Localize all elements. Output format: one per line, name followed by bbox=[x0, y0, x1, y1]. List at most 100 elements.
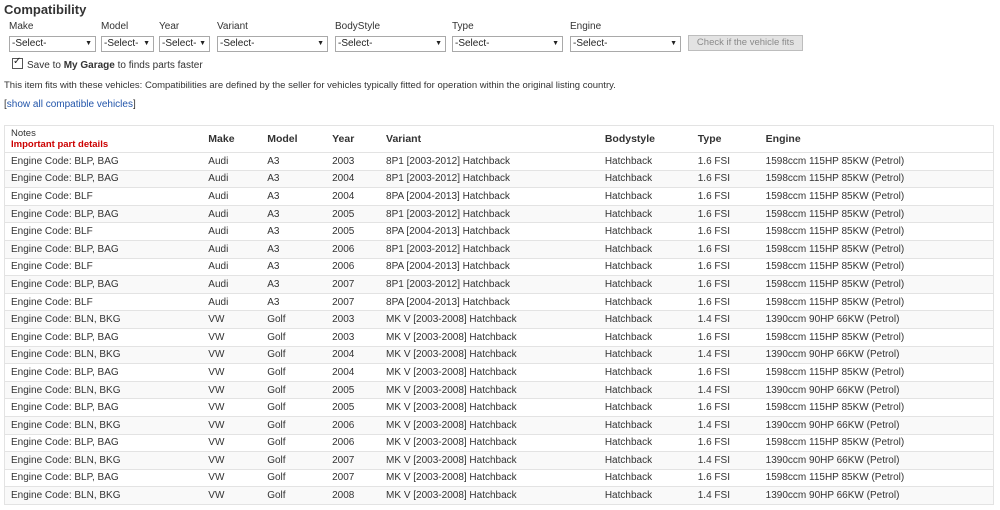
type-cell: 1.6 FSI bbox=[691, 468, 760, 487]
type-cell: 1.4 FSI bbox=[691, 451, 760, 470]
variant-select[interactable]: -Select- ▼ bbox=[217, 36, 328, 52]
make-cell: Audi bbox=[202, 292, 262, 311]
notes-cell: Engine Code: BLP, BAG bbox=[4, 363, 203, 382]
variant-cell: MK V [2003-2008] Hatchback bbox=[380, 327, 599, 347]
bodystyle-cell: Hatchback bbox=[598, 380, 692, 399]
variant-cell: 8PA [2004-2013] Hatchback bbox=[380, 257, 599, 276]
bodystyle-cell: Hatchback bbox=[598, 310, 692, 329]
bodystyle-cell: Hatchback bbox=[598, 415, 692, 434]
model-select[interactable]: -Select- ▼ bbox=[101, 36, 154, 52]
my-garage-link[interactable]: My Garage bbox=[64, 60, 115, 71]
engine-select[interactable]: -Select- ▼ bbox=[570, 36, 681, 52]
make-header: Make bbox=[202, 125, 262, 153]
type-cell: 1.4 FSI bbox=[691, 380, 760, 399]
table-row: Engine Code: BLP, BAG Audi A3 2005 8P1 [2003… bbox=[4, 204, 994, 223]
filter-model-label: Model bbox=[101, 21, 129, 32]
variant-cell: MK V [2003-2008] Hatchback bbox=[380, 415, 599, 434]
year-select[interactable]: -Select- ▼ bbox=[159, 36, 210, 52]
notes-cell: Engine Code: BLF bbox=[4, 292, 203, 311]
model-cell: A3 bbox=[261, 187, 327, 206]
year-cell: 2007 bbox=[326, 275, 381, 294]
garage-prefix: Save to bbox=[27, 60, 64, 71]
filter-year: Year -Select- ▼ bbox=[159, 21, 210, 52]
year-cell: 2005 bbox=[326, 204, 381, 223]
type-cell: 1.6 FSI bbox=[691, 187, 760, 206]
type-header: Type bbox=[691, 125, 760, 153]
bodystyle-cell: Hatchback bbox=[598, 169, 692, 188]
notes-cell: Engine Code: BLP, BAG bbox=[4, 433, 203, 452]
bodystyle-cell: Hatchback bbox=[598, 345, 692, 364]
variant-header: Variant bbox=[380, 125, 599, 153]
type-cell: 1.6 FSI bbox=[691, 275, 760, 294]
filter-bodystyle-label: BodyStyle bbox=[335, 21, 381, 32]
variant-cell: 8P1 [2003-2012] Hatchback bbox=[380, 152, 599, 171]
engine-cell: 1598ccm 115HP 85KW (Petrol) bbox=[759, 398, 994, 417]
engine-cell: 1598ccm 115HP 85KW (Petrol) bbox=[759, 275, 994, 294]
model-cell: A3 bbox=[261, 169, 327, 188]
notes-cell: Engine Code: BLF bbox=[4, 257, 203, 276]
filter-engine: Engine -Select- ▼ bbox=[570, 21, 681, 52]
compatibility-table: Notes Important part details Make Model … bbox=[4, 125, 994, 505]
type-select-value: -Select- bbox=[455, 38, 490, 49]
table-row: Engine Code: BLP, BAG VW Golf 2003 MK V [200… bbox=[4, 327, 994, 347]
table-row: Engine Code: BLN, BKG VW Golf 2003 MK V [200… bbox=[4, 310, 994, 329]
model-select-value: -Select- bbox=[104, 38, 139, 49]
save-garage-option: Save to My Garage to finds parts faster bbox=[12, 56, 203, 72]
notes-cell: Engine Code: BLP, BAG bbox=[4, 204, 203, 223]
notes-cell: Engine Code: BLF bbox=[4, 187, 203, 206]
variant-select-value: -Select- bbox=[220, 38, 255, 49]
show-all-vehicles-link[interactable]: show all compatible vehicles bbox=[7, 99, 133, 110]
chevron-down-icon: ▼ bbox=[435, 40, 442, 47]
engine-cell: 1390ccm 90HP 66KW (Petrol) bbox=[759, 486, 994, 505]
year-cell: 2004 bbox=[326, 363, 381, 382]
table-header-row: Notes Important part details Make Model … bbox=[4, 125, 994, 153]
filter-engine-label: Engine bbox=[570, 21, 602, 32]
type-select[interactable]: -Select- ▼ bbox=[452, 36, 563, 52]
table-row: Engine Code: BLF Audi A3 2006 8PA [2004-2013… bbox=[4, 257, 994, 276]
make-cell: VW bbox=[202, 486, 262, 505]
variant-cell: MK V [2003-2008] Hatchback bbox=[380, 380, 599, 399]
filter-type: Type -Select- ▼ bbox=[452, 21, 563, 52]
notes-cell: Engine Code: BLP, BAG bbox=[4, 327, 203, 347]
variant-cell: MK V [2003-2008] Hatchback bbox=[380, 451, 599, 470]
make-cell: VW bbox=[202, 363, 262, 382]
section-title: Compatibility bbox=[4, 2, 87, 17]
bodystyle-cell: Hatchback bbox=[598, 239, 692, 259]
engine-select-value: -Select- bbox=[573, 38, 608, 49]
make-cell: VW bbox=[202, 327, 262, 347]
bodystyle-cell: Hatchback bbox=[598, 468, 692, 487]
notes-cell: Engine Code: BLN, BKG bbox=[4, 310, 203, 329]
chevron-down-icon: ▼ bbox=[317, 40, 324, 47]
type-cell: 1.6 FSI bbox=[691, 433, 760, 452]
engine-cell: 1390ccm 90HP 66KW (Petrol) bbox=[759, 310, 994, 329]
model-cell: Golf bbox=[261, 486, 327, 505]
type-cell: 1.4 FSI bbox=[691, 345, 760, 364]
engine-header: Engine bbox=[759, 125, 994, 153]
type-cell: 1.4 FSI bbox=[691, 486, 760, 505]
check-fit-button[interactable]: Check if the vehicle fits bbox=[688, 35, 803, 51]
variant-cell: MK V [2003-2008] Hatchback bbox=[380, 398, 599, 417]
bodystyle-cell: Hatchback bbox=[598, 257, 692, 276]
type-cell: 1.4 FSI bbox=[691, 310, 760, 329]
engine-cell: 1598ccm 115HP 85KW (Petrol) bbox=[759, 152, 994, 171]
bodystyle-cell: Hatchback bbox=[598, 292, 692, 311]
chevron-down-icon: ▼ bbox=[199, 40, 206, 47]
model-cell: Golf bbox=[261, 345, 327, 364]
type-cell: 1.6 FSI bbox=[691, 363, 760, 382]
engine-cell: 1598ccm 115HP 85KW (Petrol) bbox=[759, 222, 994, 241]
year-cell: 2005 bbox=[326, 380, 381, 399]
type-cell: 1.6 FSI bbox=[691, 257, 760, 276]
notes-header-label: Notes bbox=[11, 127, 36, 139]
save-garage-checkbox[interactable] bbox=[12, 56, 23, 69]
notes-cell: Engine Code: BLP, BAG bbox=[4, 169, 203, 188]
make-cell: VW bbox=[202, 451, 262, 470]
make-cell: Audi bbox=[202, 257, 262, 276]
filter-make-label: Make bbox=[9, 21, 34, 32]
model-cell: Golf bbox=[261, 310, 327, 329]
table-row: Engine Code: BLN, BKG VW Golf 2007 MK V [200… bbox=[4, 451, 994, 470]
type-cell: 1.6 FSI bbox=[691, 239, 760, 259]
make-select[interactable]: -Select- ▼ bbox=[9, 36, 96, 52]
bodystyle-select[interactable]: -Select- ▼ bbox=[335, 36, 446, 52]
table-row: Engine Code: BLP, BAG Audi A3 2003 8P1 [2003… bbox=[4, 152, 994, 171]
chevron-down-icon: ▼ bbox=[143, 40, 150, 47]
